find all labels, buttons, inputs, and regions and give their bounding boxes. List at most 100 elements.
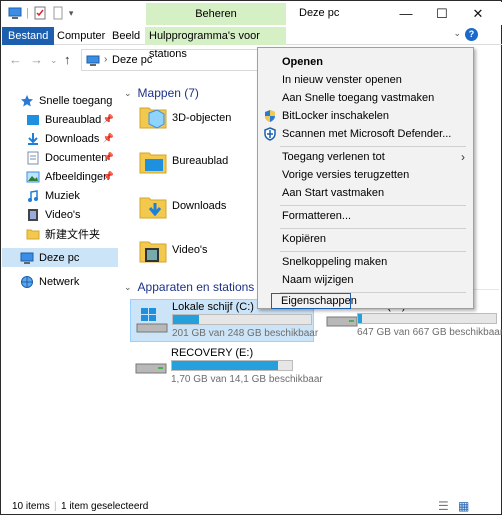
tiles-view-icon[interactable]: ▦ [458, 499, 469, 513]
quick-access-toolbar: | ▾ [8, 6, 73, 20]
minimize-button[interactable]: — [388, 2, 424, 25]
maximize-button[interactable]: ☐ [424, 2, 460, 25]
breadcrumb-chevron-icon[interactable]: › [104, 54, 107, 65]
back-arrow-icon[interactable]: ← [9, 52, 22, 67]
sidebar-item-downloads[interactable]: Downloads 📌 [2, 129, 118, 148]
shield-icon [265, 110, 275, 122]
hard-drive-icon [135, 363, 167, 374]
video-icon [28, 208, 38, 221]
pin-icon[interactable]: 📌 [103, 114, 114, 125]
menu-item-properties[interactable]: Eigenschappen [271, 293, 357, 309]
menu-item-label: BitLocker inschakelen [282, 110, 390, 122]
forward-arrow-icon[interactable]: → [30, 52, 43, 67]
close-button[interactable]: ✕ [460, 2, 496, 25]
ribbon-expand-icon[interactable]: ⌄ [453, 28, 461, 39]
desktop-folder-icon [27, 114, 39, 125]
sidebar-item-deze-pc[interactable]: Deze pc [2, 248, 118, 267]
computer-icon [20, 252, 34, 264]
qat-dropdown-icon[interactable]: ▾ [69, 8, 74, 19]
sidebar-item-label: Snelle toegang [39, 94, 113, 107]
help-icon[interactable]: ? [465, 28, 478, 41]
pin-icon[interactable]: 📌 [103, 133, 114, 144]
recent-dropdown-icon[interactable]: ⌄ [50, 55, 58, 66]
star-icon [21, 94, 33, 106]
sidebar-item-netwerk[interactable]: Netwerk [2, 272, 118, 291]
videos-folder-icon [139, 241, 167, 263]
breadcrumb[interactable]: Deze pc [112, 54, 152, 66]
chevron-down-icon[interactable]: ⌄ [124, 282, 132, 293]
sidebar-item-muziek[interactable]: Muziek [2, 186, 118, 205]
menu-separator [280, 251, 466, 252]
menu-separator [280, 146, 466, 147]
ribbon-tabs: Bestand Computer Beeld Hulpprogramma's v… [2, 25, 502, 60]
windows-drive-icon [136, 308, 168, 333]
sidebar-item-afbeeldingen[interactable]: Afbeeldingen 📌 [2, 167, 118, 186]
menu-item-grant-access[interactable]: Toegang verlenen tot › [258, 148, 473, 166]
group-title: Apparaten en stations (3) [137, 280, 273, 294]
tab-bestand[interactable]: Bestand [2, 27, 55, 45]
window-title: Deze pc [299, 7, 340, 19]
sidebar-item-new-folder[interactable]: 新建文件夹 [2, 224, 118, 243]
drive-e[interactable]: RECOVERY (E:) 1,70 GB van 14,1 GB beschi… [130, 346, 323, 389]
downloads-folder-icon [139, 197, 167, 219]
item-count: 10 items [12, 501, 50, 512]
folder-3d-objects[interactable]: 3D-objecten [172, 112, 231, 124]
sidebar-item-quick-access[interactable]: Snelle toegang [2, 91, 118, 110]
menu-item-defender-scan[interactable]: Scannen met Microsoft Defender... [258, 125, 473, 143]
folder-bureaublad[interactable]: Bureaublad [172, 155, 228, 167]
chevron-down-icon[interactable]: ⌄ [124, 88, 132, 99]
menu-item-open-new-window[interactable]: In nieuw venster openen [258, 71, 473, 89]
tab-beeld[interactable]: Beeld [106, 27, 146, 45]
folders-group-header[interactable]: ⌄ Mappen (7) [124, 86, 199, 100]
3d-objects-folder-icon [139, 107, 167, 129]
pictures-icon [26, 171, 40, 182]
menu-item-bitlocker[interactable]: BitLocker inschakelen [258, 107, 473, 125]
music-icon [28, 189, 38, 202]
menu-item-pin-quick-access[interactable]: Aan Snelle toegang vastmaken [258, 89, 473, 107]
sidebar-item-videos[interactable]: Video's [2, 205, 118, 224]
menu-separator [280, 292, 466, 293]
selection-count: 1 item geselecteerd [61, 501, 149, 512]
sidebar-item-label: Afbeeldingen [45, 170, 110, 183]
properties-icon[interactable] [33, 6, 47, 20]
drive-usage-fill [358, 314, 363, 323]
drive-usage-bar [172, 314, 312, 325]
drive-free-space: 1,70 GB van 14,1 GB beschikbaar [171, 374, 323, 385]
sidebar-item-bureaublad[interactable]: Bureaublad 📌 [2, 110, 118, 129]
menu-item-format[interactable]: Formatteren... [258, 207, 473, 225]
drives-group-header[interactable]: ⌄ Apparaten en stations (3) [124, 280, 272, 294]
menu-item-rename[interactable]: Naam wijzigen [258, 271, 473, 289]
pin-icon[interactable]: 📌 [103, 152, 114, 163]
navigation-pane: Snelle toegang Bureaublad 📌 Downloads 📌 … [2, 74, 118, 498]
up-arrow-icon[interactable]: ↑ [64, 52, 71, 67]
folder-videos[interactable]: Video's [172, 244, 208, 256]
desktop-folder-icon [139, 152, 167, 174]
sidebar-item-label: Bureaublad [45, 113, 102, 126]
sidebar-item-documenten[interactable]: Documenten 📌 [2, 148, 118, 167]
sidebar-item-label: Deze pc [39, 251, 80, 264]
drive-name: RECOVERY (E:) [171, 347, 254, 359]
menu-item-pin-start[interactable]: Aan Start vastmaken [258, 184, 473, 202]
details-view-icon[interactable]: ☰ [438, 499, 449, 513]
group-title: Mappen (7) [137, 86, 199, 100]
documents-icon [27, 151, 39, 164]
menu-item-open[interactable]: Openen [258, 53, 473, 71]
download-icon [28, 132, 38, 145]
sidebar-item-label: Muziek [45, 189, 80, 202]
sidebar-item-label: Video's [45, 208, 81, 221]
tab-computer[interactable]: Computer [51, 27, 111, 45]
network-icon [21, 275, 33, 288]
tab-drive-tools[interactable]: Hulpprogramma's voor stations [145, 27, 286, 60]
computer-icon[interactable] [8, 6, 22, 20]
menu-item-copy[interactable]: Kopiëren [258, 230, 473, 248]
new-folder-icon[interactable] [51, 6, 65, 20]
folder-downloads[interactable]: Downloads [172, 200, 226, 212]
pin-icon[interactable]: 📌 [103, 171, 114, 182]
context-tab-header: Beheren [146, 3, 286, 25]
menu-separator [280, 205, 466, 206]
menu-item-create-shortcut[interactable]: Snelkoppeling maken [258, 253, 473, 271]
sidebar-item-label: Netwerk [39, 275, 80, 288]
sidebar-item-label: 新建文件夹 [45, 228, 100, 241]
separator: | [26, 7, 29, 19]
menu-item-restore-versions[interactable]: Vorige versies terugzetten [258, 166, 473, 184]
